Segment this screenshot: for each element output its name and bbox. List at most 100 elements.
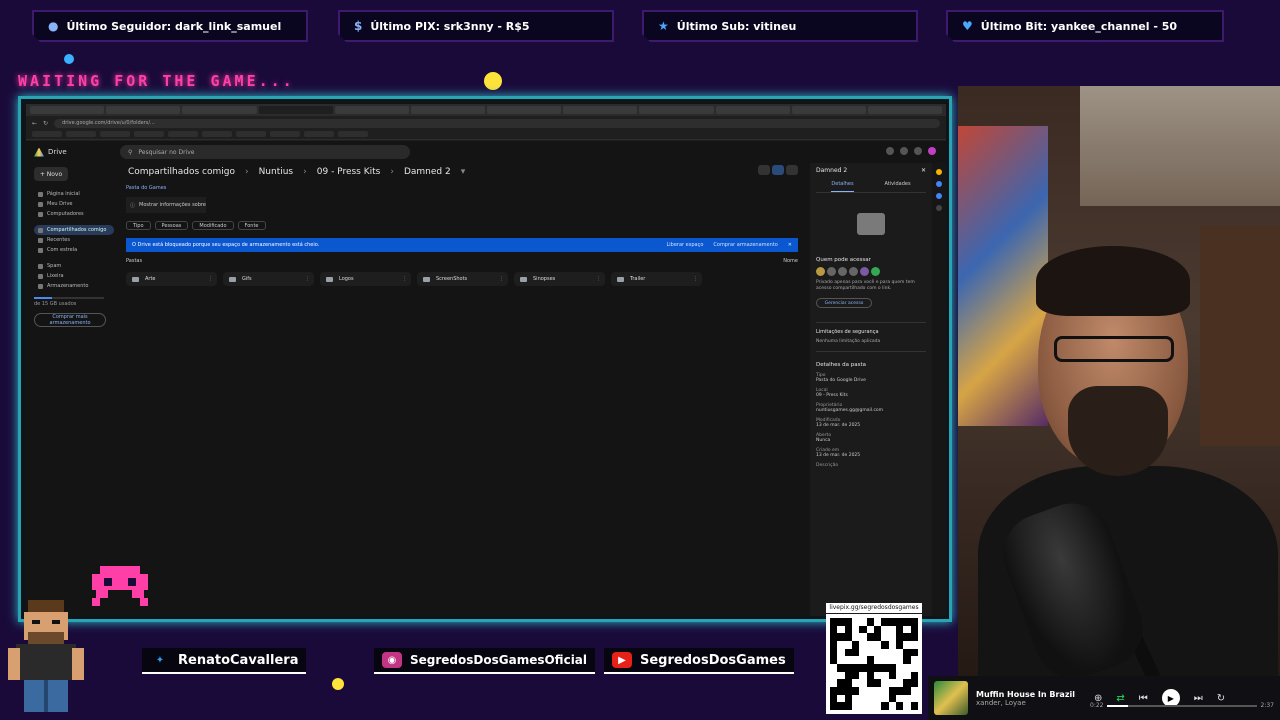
qr-module: [874, 618, 882, 626]
access-text: Privado apenas para você e para quem tem…: [816, 280, 915, 291]
avatar[interactable]: [827, 267, 836, 276]
folder-item[interactable]: ScreenShots ⋮: [417, 272, 508, 286]
avatar[interactable]: [816, 267, 825, 276]
browser-tab[interactable]: [487, 106, 562, 114]
help-icon[interactable]: [886, 147, 894, 155]
drive-search-input[interactable]: ⚲ Pesquisar no Drive: [120, 145, 410, 159]
reload-icon[interactable]: ↻: [43, 120, 48, 127]
sidebar-item-home[interactable]: Página inicial: [34, 189, 114, 199]
tab-activity[interactable]: Atividades: [884, 181, 910, 192]
keep-icon[interactable]: [936, 169, 942, 175]
browser-tab[interactable]: [334, 106, 409, 114]
sidebar-item-computers[interactable]: Computadores: [34, 209, 114, 219]
breadcrumb-item[interactable]: Compartilhados comigo: [128, 167, 235, 177]
more-icon[interactable]: ⋮: [596, 276, 601, 282]
folder-item[interactable]: Trailer ⋮: [611, 272, 702, 286]
sidebar-item-starred[interactable]: Com estrela: [34, 245, 114, 255]
qr-module: [859, 686, 867, 695]
browser-tab[interactable]: [715, 106, 790, 114]
sidebar-item-trash[interactable]: Lixeira: [34, 271, 114, 281]
more-icon[interactable]: ⋮: [402, 276, 407, 282]
detail-value[interactable]: 09 - Press Kits: [816, 393, 926, 398]
address-bar[interactable]: drive.google.com/drive/u/0/folders/...: [54, 118, 940, 128]
browser-tab[interactable]: [410, 106, 486, 114]
filter-modified[interactable]: Modificado: [192, 221, 234, 230]
browser-tab[interactable]: [867, 106, 943, 114]
bookmark[interactable]: [100, 131, 130, 137]
manage-access-button[interactable]: Gerenciar acesso: [816, 298, 872, 308]
tab-details[interactable]: Detalhes: [831, 181, 854, 192]
folder-item[interactable]: Arte ⋮: [126, 272, 217, 286]
avatar[interactable]: [860, 267, 869, 276]
bookmark[interactable]: [168, 131, 198, 137]
qr-module: [844, 618, 852, 626]
avatar[interactable]: [838, 267, 847, 276]
breadcrumb-item[interactable]: Nuntius: [259, 167, 294, 177]
folder-item[interactable]: Gifs ⋮: [223, 272, 314, 286]
bookmark[interactable]: [338, 131, 368, 137]
qr-module: [903, 648, 911, 657]
new-button[interactable]: + Novo: [34, 167, 68, 181]
folder-item[interactable]: Sinopses ⋮: [514, 272, 605, 286]
browser-tab[interactable]: [791, 106, 866, 114]
free-space-link[interactable]: Liberar espaço: [666, 242, 703, 248]
more-icon[interactable]: ⋮: [305, 276, 310, 282]
browser-tab[interactable]: [30, 106, 105, 114]
sidebar-item-storage[interactable]: Armazenamento: [34, 281, 114, 291]
bookmark[interactable]: [270, 131, 300, 137]
qr-code[interactable]: [826, 614, 922, 714]
bookmarks-bar: [26, 130, 946, 140]
bookmark[interactable]: [236, 131, 266, 137]
chevron-down-icon[interactable]: ▾: [461, 167, 466, 177]
sidebar-item-shared[interactable]: Compartilhados comigo: [34, 225, 114, 235]
filter-people[interactable]: Pessoas: [154, 221, 189, 230]
list-view-icon[interactable]: [758, 165, 770, 175]
avatar[interactable]: [928, 147, 936, 155]
info-card-text: Mostrar informações sobre: [139, 202, 206, 208]
drive-header: Drive ⚲ Pesquisar no Drive: [26, 141, 946, 163]
sidebar-item-my-drive[interactable]: Meu Drive: [34, 199, 114, 209]
sidebar-item-spam[interactable]: Spam: [34, 261, 114, 271]
sidebar-item-recent[interactable]: Recentes: [34, 235, 114, 245]
bookmark[interactable]: [202, 131, 232, 137]
bookmark[interactable]: [32, 131, 62, 137]
bookmark[interactable]: [134, 131, 164, 137]
info-icon[interactable]: [786, 165, 798, 175]
browser-tab[interactable]: [182, 106, 257, 114]
close-icon[interactable]: ✕: [921, 167, 926, 174]
avatar[interactable]: [849, 267, 858, 276]
spam-icon: [38, 263, 43, 269]
filter-source[interactable]: Fonte: [237, 221, 266, 230]
apps-icon[interactable]: [914, 147, 922, 155]
search-icon: ⚲: [128, 148, 133, 156]
contacts-icon[interactable]: [936, 193, 942, 199]
buy-storage-button[interactable]: Comprar mais armazenamento: [34, 313, 106, 327]
grid-view-icon[interactable]: [772, 165, 784, 175]
browser-tab[interactable]: [106, 106, 181, 114]
bookmark[interactable]: [66, 131, 96, 137]
avatar[interactable]: [871, 267, 880, 276]
buy-storage-link[interactable]: Comprar armazenamento: [713, 242, 777, 248]
close-icon[interactable]: ✕: [788, 242, 792, 248]
browser-tab-active[interactable]: [258, 106, 333, 114]
breadcrumb-item[interactable]: 09 - Press Kits: [317, 167, 381, 177]
more-icon[interactable]: ⋮: [693, 276, 698, 282]
bookmark[interactable]: [304, 131, 334, 137]
filter-type[interactable]: Tipo: [126, 221, 151, 230]
qr-module: [837, 633, 845, 641]
more-icon[interactable]: ⋮: [208, 276, 213, 282]
back-icon[interactable]: ←: [32, 120, 37, 127]
browser-tab[interactable]: [639, 106, 714, 114]
breadcrumb-item-current[interactable]: Damned 2: [404, 167, 451, 177]
add-icon[interactable]: [936, 205, 942, 211]
folder-item[interactable]: Logos ⋮: [320, 272, 411, 286]
progress-track[interactable]: [1107, 704, 1257, 707]
settings-icon[interactable]: [900, 147, 908, 155]
sort-button[interactable]: Nome: [783, 258, 798, 264]
more-icon[interactable]: ⋮: [499, 276, 504, 282]
info-card[interactable]: ⓘ Mostrar informações sobre: [126, 197, 206, 213]
tasks-icon[interactable]: [936, 181, 942, 187]
browser-tab[interactable]: [563, 106, 638, 114]
parent-folder-link[interactable]: Pasta do Games: [126, 185, 798, 191]
drive-logo[interactable]: Drive: [34, 147, 120, 157]
